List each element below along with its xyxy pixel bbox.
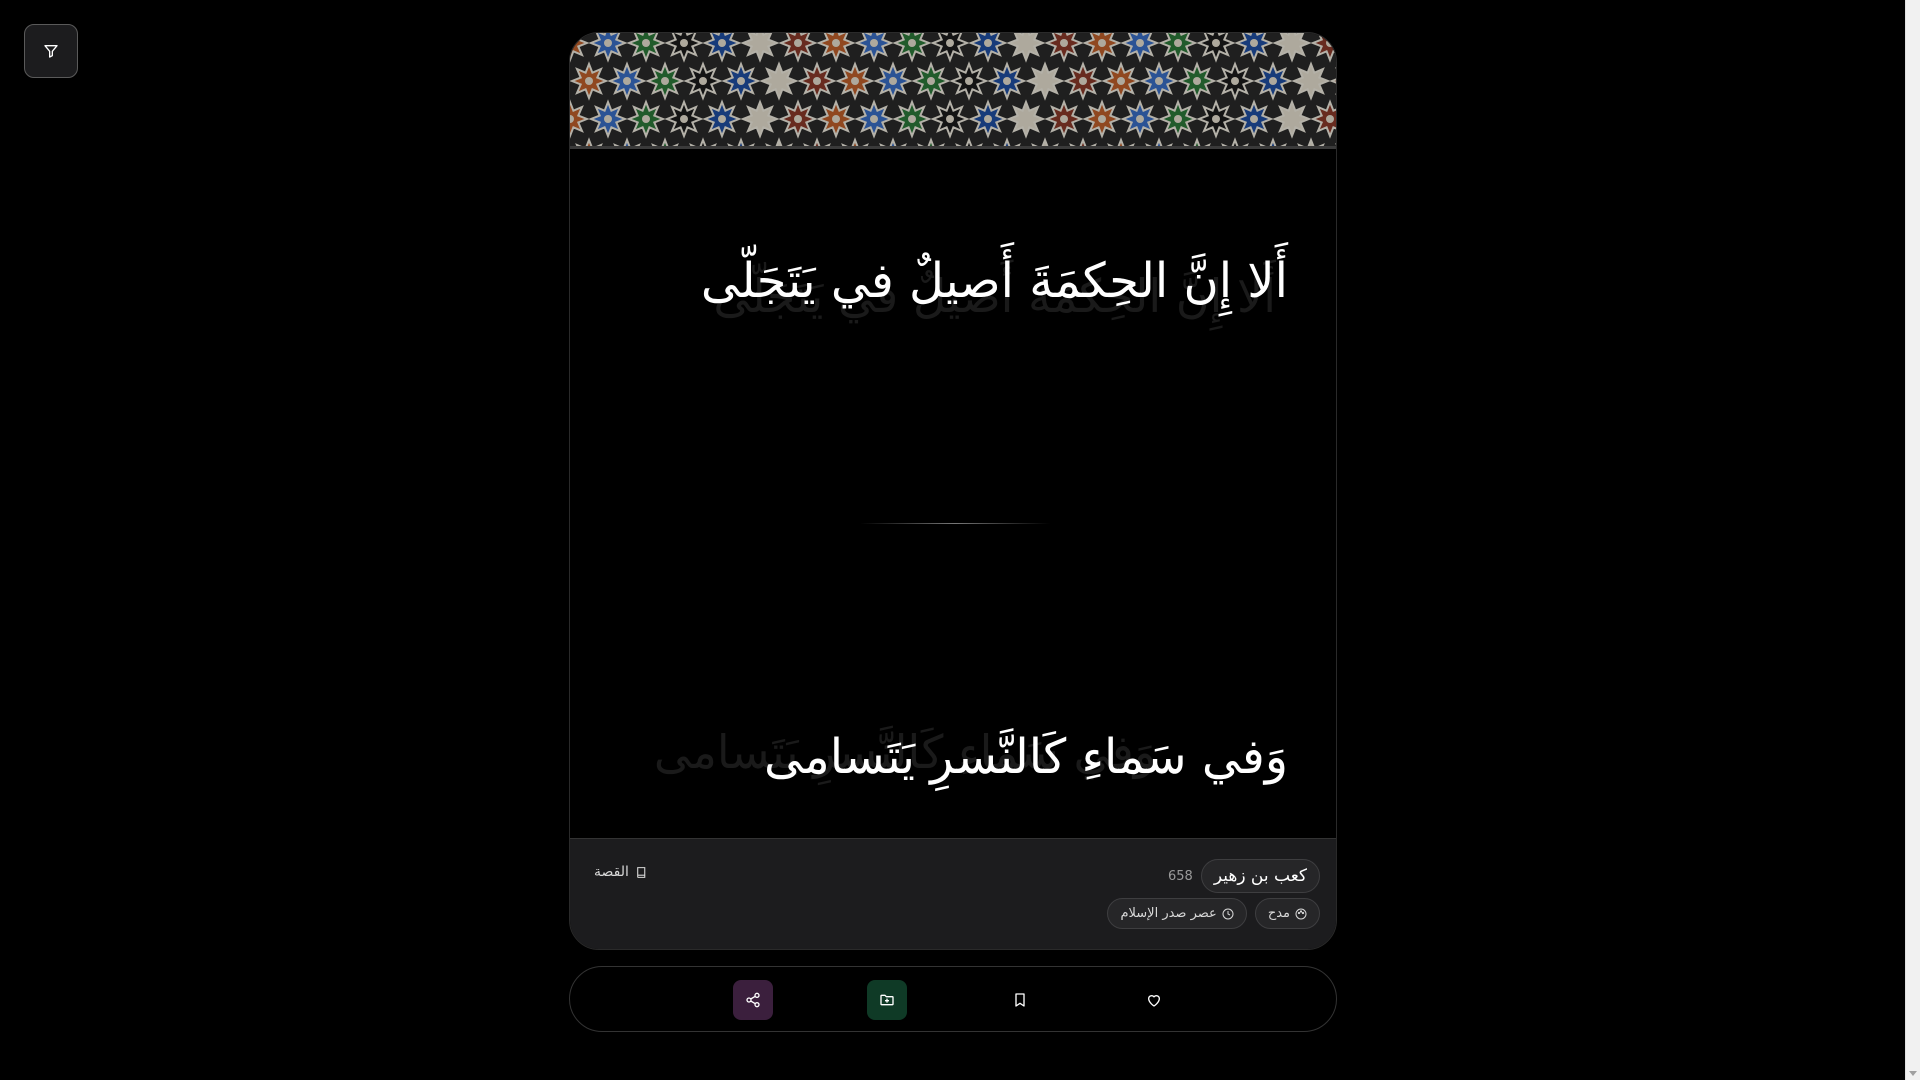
verse-count: 658 (1168, 868, 1193, 884)
add-to-collection-button[interactable] (867, 980, 907, 1020)
bookmark-icon (1015, 993, 1025, 1007)
like-button[interactable] (1134, 980, 1174, 1020)
info-panel: كعب بن زهير 658 مدح عصر صدر الإسلام القص… (570, 838, 1336, 949)
second-hemistich: وَفي سَماءِ كَالنَّسرِ يَتَسامى (764, 729, 1288, 785)
tag-era-label: عصر صدر الإسلام (1120, 906, 1217, 921)
share-button[interactable] (733, 980, 773, 1020)
tag-theme-label: مدح (1267, 906, 1290, 921)
page-scrollbar[interactable] (1905, 0, 1920, 1080)
tag-era[interactable]: عصر صدر الإسلام (1107, 898, 1247, 929)
filter-icon (44, 45, 58, 58)
share-icon (746, 992, 760, 1008)
verse-card: أَلا إِنَّ الحِكمَةَ أَصيلٌ في يَتَجَلّى… (569, 32, 1337, 950)
mosaic-shade (570, 33, 1336, 146)
tags-row: مدح عصر صدر الإسلام (1107, 898, 1320, 929)
heart-icon (1148, 995, 1160, 1007)
folder-plus-icon (880, 994, 894, 1006)
verse-area: أَلا إِنَّ الحِكمَةَ أَصيلٌ في يَتَجَلّى… (570, 149, 1336, 869)
filter-button[interactable] (24, 24, 78, 78)
poet-name-pill[interactable]: كعب بن زهير (1200, 859, 1320, 893)
tag-theme[interactable]: مدح (1254, 898, 1320, 929)
page: أَلا إِنَّ الحِكمَةَ أَصيلٌ في يَتَجَلّى… (0, 0, 1920, 1080)
bookmark-button[interactable] (1000, 980, 1040, 1020)
first-hemistich: أَلا إِنَّ الحِكمَةَ أَصيلٌ في يَتَجَلّى (700, 253, 1288, 309)
story-label: القصة (594, 864, 629, 880)
scroll-down-arrow[interactable] (1909, 1071, 1917, 1076)
book-icon (637, 866, 646, 878)
mosaic-banner (570, 33, 1336, 149)
story-button[interactable]: القصة (594, 864, 648, 880)
clock-icon (1222, 908, 1234, 919)
divider (860, 523, 1050, 524)
poet-row: كعب بن زهير 658 (1168, 859, 1320, 893)
palette-icon (1295, 908, 1307, 919)
action-bar (569, 966, 1337, 1032)
